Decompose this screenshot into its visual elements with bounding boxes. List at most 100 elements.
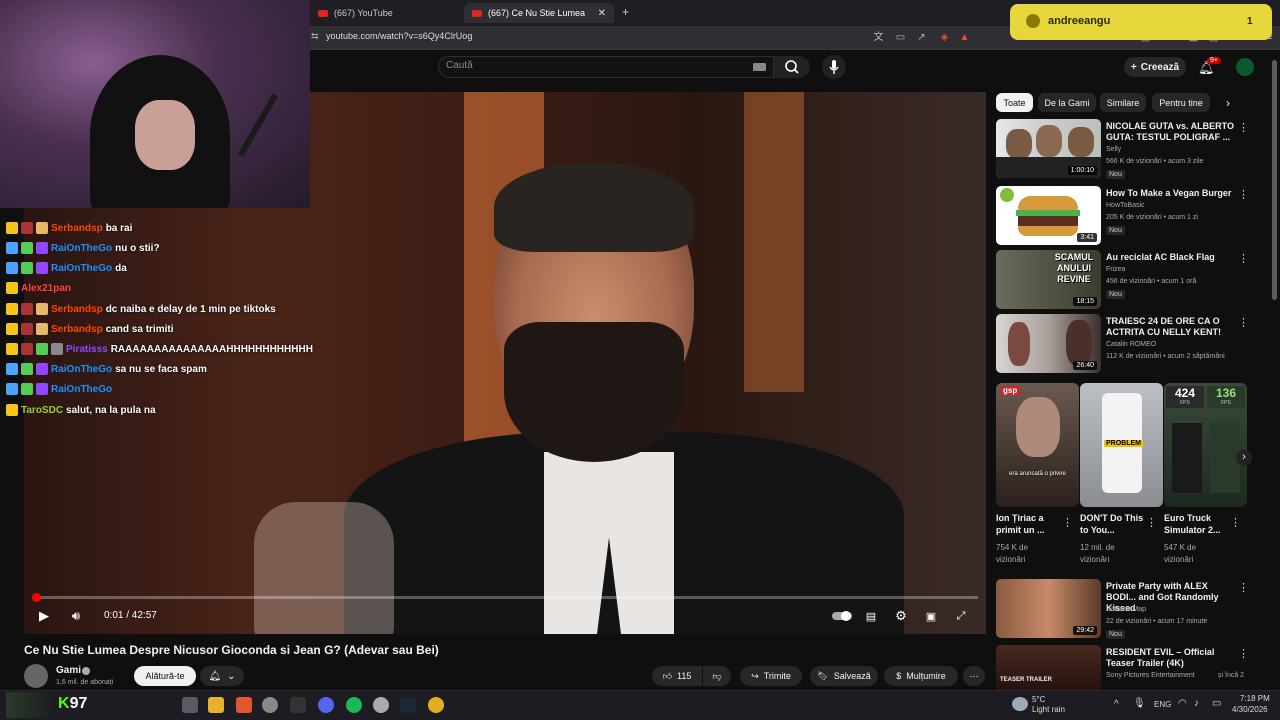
share-icon[interactable]: ↗	[916, 32, 927, 43]
recommendation-item[interactable]: TEASER TRAILER RESIDENT EVIL – Official …	[996, 645, 1254, 690]
battery-icon[interactable]: ▭	[1212, 698, 1221, 709]
chip-for-you[interactable]: Pentru tine	[1152, 93, 1210, 112]
file-explorer-icon[interactable]	[208, 697, 224, 713]
more-vert-icon[interactable]: ⋮	[1062, 516, 1073, 529]
more-vert-icon[interactable]: ⋮	[1238, 316, 1249, 329]
volume-icon[interactable]: ♪	[1194, 698, 1199, 709]
tab-video[interactable]: (667) Ce Nu Stie Lumea Desp ✕	[464, 3, 614, 23]
video-thumbnail[interactable]: 29:42	[996, 579, 1101, 638]
new-tab-icon[interactable]: +	[622, 5, 629, 19]
clock-date[interactable]: 4/30/2026	[1232, 705, 1268, 714]
rewards-icon[interactable]: ▲	[959, 32, 970, 43]
site-info-icon[interactable]: ⇆	[311, 31, 319, 42]
more-vert-icon[interactable]: ⋮	[1146, 516, 1157, 529]
miniplayer-button[interactable]: ▣	[919, 606, 943, 626]
tray-chevron-icon[interactable]: ^	[1114, 699, 1119, 710]
more-vert-icon[interactable]: ⋮	[1230, 516, 1241, 529]
shorts-next-icon[interactable]: ›	[1236, 450, 1252, 466]
chip-all[interactable]: Toate	[996, 93, 1033, 112]
search-box[interactable]	[438, 56, 774, 78]
thanks-icon: $	[896, 671, 902, 681]
short-thumbnail[interactable]: gsp era aruncată o privire	[996, 383, 1079, 507]
more-vert-icon[interactable]: ⋮	[1238, 252, 1249, 265]
url-field[interactable]: youtube.com/watch?v=s6Qy4ClrUog	[326, 31, 472, 41]
recommendation-item[interactable]: 29:42 Private Party with ALEX BODI... an…	[996, 579, 1254, 639]
short-thumbnail[interactable]: 424 FPS 136 FPS	[1164, 383, 1247, 507]
discord-icon[interactable]	[318, 697, 334, 713]
steam-icon[interactable]	[400, 697, 416, 713]
like-button[interactable]: 👍︎ 115	[652, 666, 702, 686]
close-tab-icon[interactable]: ✕	[598, 8, 606, 19]
wifi-icon[interactable]: ◠	[1178, 698, 1187, 709]
mute-button[interactable]: 🔊︎	[64, 606, 88, 626]
clock-time[interactable]: 7:18 PM	[1240, 694, 1270, 703]
app-icon[interactable]	[373, 697, 389, 713]
weather-temp[interactable]: 5°C	[1032, 695, 1045, 704]
voice-search-button[interactable]	[822, 55, 846, 79]
thumbnail-text: FPS	[1221, 400, 1231, 406]
join-button[interactable]: Alătură-te	[134, 666, 196, 686]
mic-icon[interactable]: 🎙︎	[1133, 698, 1146, 709]
brave-browser-icon[interactable]	[236, 697, 252, 713]
chrome-icon[interactable]	[428, 697, 444, 713]
recommendation-item[interactable]: 3:41 How To Make a Vegan Burger HowToBas…	[996, 186, 1254, 246]
more-actions-button[interactable]: ⋯	[963, 666, 985, 686]
more-vert-icon[interactable]: ⋮	[1238, 647, 1249, 660]
recommendation-meta: 112 K de vizionări • acum 2 săptămâni	[1106, 353, 1225, 360]
recommendation-item[interactable]: 1:00:10 NICOLAE GUTA vs. ALBERTO GUTA: T…	[996, 119, 1254, 179]
obs-icon[interactable]	[262, 697, 278, 713]
recommendation-channel[interactable]: Batranu Map	[1106, 606, 1146, 613]
video-thumbnail[interactable]: TEASER TRAILER	[996, 645, 1101, 690]
thanks-button[interactable]: $ Mulțumire	[884, 666, 958, 686]
recommendation-channel[interactable]: Selly	[1106, 146, 1121, 153]
page-scrollbar[interactable]	[1272, 60, 1277, 300]
subscribe-bell-button[interactable]: 🔔︎ ⌄	[200, 666, 244, 686]
recommendation-channel[interactable]: Sony Pictures Entertainment	[1106, 672, 1195, 679]
video-thumbnail[interactable]: 3:41	[996, 186, 1101, 245]
language-indicator[interactable]: ENG	[1154, 700, 1171, 709]
progress-bar[interactable]	[31, 593, 978, 602]
weather-text[interactable]: Light rain	[1032, 705, 1065, 714]
settings-button[interactable]: ⚙︎	[889, 606, 913, 626]
search-button[interactable]	[774, 56, 810, 78]
app-icon[interactable]	[290, 697, 306, 713]
recommendation-channel[interactable]: Catalin ROMEO	[1106, 341, 1156, 348]
progress-scrubber[interactable]	[31, 593, 41, 602]
channel-name[interactable]: Gami	[56, 665, 81, 676]
spotify-icon[interactable]	[346, 697, 362, 713]
brave-shield-icon[interactable]: ◈	[939, 32, 950, 43]
video-thumbnail[interactable]: 1:00:10	[996, 119, 1101, 178]
chip-from-channel[interactable]: De la Gami	[1038, 93, 1096, 112]
recommendation-channel[interactable]: HowToBasic	[1106, 202, 1145, 209]
video-thumbnail[interactable]: 26:40	[996, 314, 1101, 373]
fullscreen-button[interactable]: ⤢	[949, 606, 973, 626]
short-thumbnail[interactable]: PROBLEM	[1080, 383, 1163, 507]
chevron-right-icon[interactable]: ›	[1226, 96, 1230, 110]
more-vert-icon[interactable]: ⋮	[1238, 188, 1249, 201]
fullscreen-icon: ⤢	[956, 609, 966, 622]
tab-youtube[interactable]: (667) YouTube	[310, 3, 460, 23]
play-button[interactable]: ▶	[32, 606, 56, 626]
save-button[interactable]: 🔖︎ Salvează	[810, 666, 878, 686]
search-input[interactable]: Caută	[446, 60, 473, 71]
dislike-button[interactable]: 👎︎	[703, 666, 731, 686]
autoplay-toggle[interactable]	[830, 606, 854, 626]
more-vert-icon[interactable]: ⋮	[1238, 581, 1249, 594]
video-thumbnail[interactable]: SCAMUL ANULUI REVINE 18:15	[996, 250, 1101, 309]
video-title: Ce Nu Stie Lumea Despre Nicusor Gioconda…	[24, 643, 439, 657]
create-button[interactable]: + Creează	[1124, 57, 1186, 77]
weather-icon[interactable]	[1012, 697, 1028, 711]
more-vert-icon[interactable]: ⋮	[1238, 121, 1249, 134]
share-button[interactable]: ↪ Trimite	[740, 666, 802, 686]
keyboard-icon[interactable]	[753, 63, 766, 71]
task-view-icon[interactable]	[182, 697, 198, 713]
channel-avatar[interactable]	[24, 664, 48, 688]
recommendation-item[interactable]: 26:40 TRAIESC 24 DE ORE CA O ACTRITA CU …	[996, 314, 1254, 374]
recommendation-item[interactable]: SCAMUL ANULUI REVINE 18:15 Au reciclat A…	[996, 250, 1254, 310]
chip-related[interactable]: Similare	[1100, 93, 1146, 112]
subtitles-button[interactable]: ▤	[859, 606, 883, 626]
translate-icon[interactable]: 文	[873, 32, 884, 43]
recommendation-channel[interactable]: Frizea	[1106, 266, 1125, 273]
cast-icon[interactable]: ▭	[895, 32, 906, 43]
account-avatar[interactable]	[1236, 58, 1254, 76]
